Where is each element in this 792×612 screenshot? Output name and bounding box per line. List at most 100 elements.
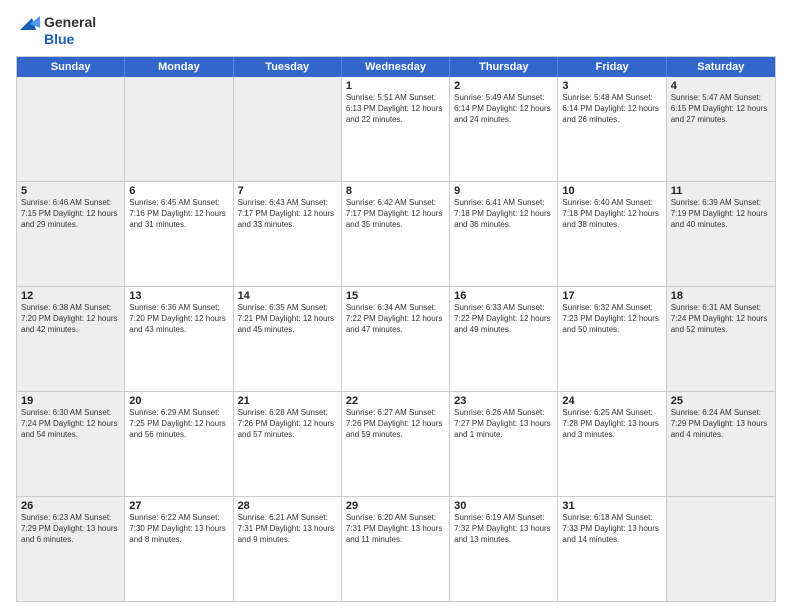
day-cell-26: 26Sunrise: 6:23 AM Sunset: 7:29 PM Dayli… bbox=[17, 497, 125, 601]
day-cell-empty bbox=[17, 77, 125, 181]
day-number: 6 bbox=[129, 185, 228, 197]
day-number: 27 bbox=[129, 500, 228, 512]
day-number: 7 bbox=[238, 185, 337, 197]
day-number: 10 bbox=[562, 185, 661, 197]
day-cell-25: 25Sunrise: 6:24 AM Sunset: 7:29 PM Dayli… bbox=[667, 392, 775, 496]
svg-text:Blue: Blue bbox=[44, 31, 75, 47]
day-cell-12: 12Sunrise: 6:38 AM Sunset: 7:20 PM Dayli… bbox=[17, 287, 125, 391]
day-cell-empty bbox=[234, 77, 342, 181]
day-number: 26 bbox=[21, 500, 120, 512]
day-cell-6: 6Sunrise: 6:45 AM Sunset: 7:16 PM Daylig… bbox=[125, 182, 233, 286]
day-info: Sunrise: 5:51 AM Sunset: 6:13 PM Dayligh… bbox=[346, 93, 445, 125]
calendar-body: 1Sunrise: 5:51 AM Sunset: 6:13 PM Daylig… bbox=[17, 77, 775, 601]
day-cell-23: 23Sunrise: 6:26 AM Sunset: 7:27 PM Dayli… bbox=[450, 392, 558, 496]
day-cell-31: 31Sunrise: 6:18 AM Sunset: 7:33 PM Dayli… bbox=[558, 497, 666, 601]
calendar-row-4: 19Sunrise: 6:30 AM Sunset: 7:24 PM Dayli… bbox=[17, 392, 775, 497]
day-number: 5 bbox=[21, 185, 120, 197]
day-cell-24: 24Sunrise: 6:25 AM Sunset: 7:28 PM Dayli… bbox=[558, 392, 666, 496]
day-cell-30: 30Sunrise: 6:19 AM Sunset: 7:32 PM Dayli… bbox=[450, 497, 558, 601]
day-info: Sunrise: 6:33 AM Sunset: 7:22 PM Dayligh… bbox=[454, 303, 553, 335]
day-number: 15 bbox=[346, 290, 445, 302]
day-info: Sunrise: 6:20 AM Sunset: 7:31 PM Dayligh… bbox=[346, 513, 445, 545]
day-info: Sunrise: 6:19 AM Sunset: 7:32 PM Dayligh… bbox=[454, 513, 553, 545]
day-info: Sunrise: 6:40 AM Sunset: 7:18 PM Dayligh… bbox=[562, 198, 661, 230]
day-cell-1: 1Sunrise: 5:51 AM Sunset: 6:13 PM Daylig… bbox=[342, 77, 450, 181]
calendar: SundayMondayTuesdayWednesdayThursdayFrid… bbox=[16, 56, 776, 602]
weekday-header-monday: Monday bbox=[125, 57, 233, 77]
day-cell-28: 28Sunrise: 6:21 AM Sunset: 7:31 PM Dayli… bbox=[234, 497, 342, 601]
day-number: 16 bbox=[454, 290, 553, 302]
day-info: Sunrise: 6:22 AM Sunset: 7:30 PM Dayligh… bbox=[129, 513, 228, 545]
day-number: 13 bbox=[129, 290, 228, 302]
day-info: Sunrise: 6:36 AM Sunset: 7:20 PM Dayligh… bbox=[129, 303, 228, 335]
day-number: 9 bbox=[454, 185, 553, 197]
day-number: 31 bbox=[562, 500, 661, 512]
day-cell-18: 18Sunrise: 6:31 AM Sunset: 7:24 PM Dayli… bbox=[667, 287, 775, 391]
day-number: 17 bbox=[562, 290, 661, 302]
day-number: 28 bbox=[238, 500, 337, 512]
day-number: 24 bbox=[562, 395, 661, 407]
day-cell-7: 7Sunrise: 6:43 AM Sunset: 7:17 PM Daylig… bbox=[234, 182, 342, 286]
day-number: 23 bbox=[454, 395, 553, 407]
day-cell-13: 13Sunrise: 6:36 AM Sunset: 7:20 PM Dayli… bbox=[125, 287, 233, 391]
day-cell-3: 3Sunrise: 5:48 AM Sunset: 6:14 PM Daylig… bbox=[558, 77, 666, 181]
day-info: Sunrise: 6:46 AM Sunset: 7:15 PM Dayligh… bbox=[21, 198, 120, 230]
day-cell-27: 27Sunrise: 6:22 AM Sunset: 7:30 PM Dayli… bbox=[125, 497, 233, 601]
day-number: 11 bbox=[671, 185, 771, 197]
day-info: Sunrise: 5:48 AM Sunset: 6:14 PM Dayligh… bbox=[562, 93, 661, 125]
calendar-row-5: 26Sunrise: 6:23 AM Sunset: 7:29 PM Dayli… bbox=[17, 497, 775, 601]
day-cell-14: 14Sunrise: 6:35 AM Sunset: 7:21 PM Dayli… bbox=[234, 287, 342, 391]
weekday-header-friday: Friday bbox=[558, 57, 666, 77]
weekday-header-thursday: Thursday bbox=[450, 57, 558, 77]
day-info: Sunrise: 6:25 AM Sunset: 7:28 PM Dayligh… bbox=[562, 408, 661, 440]
day-number: 29 bbox=[346, 500, 445, 512]
weekday-header-wednesday: Wednesday bbox=[342, 57, 450, 77]
day-info: Sunrise: 5:47 AM Sunset: 6:15 PM Dayligh… bbox=[671, 93, 771, 125]
day-number: 30 bbox=[454, 500, 553, 512]
day-cell-2: 2Sunrise: 5:49 AM Sunset: 6:14 PM Daylig… bbox=[450, 77, 558, 181]
day-cell-17: 17Sunrise: 6:32 AM Sunset: 7:23 PM Dayli… bbox=[558, 287, 666, 391]
day-info: Sunrise: 6:39 AM Sunset: 7:19 PM Dayligh… bbox=[671, 198, 771, 230]
day-cell-22: 22Sunrise: 6:27 AM Sunset: 7:26 PM Dayli… bbox=[342, 392, 450, 496]
day-cell-9: 9Sunrise: 6:41 AM Sunset: 7:18 PM Daylig… bbox=[450, 182, 558, 286]
day-number: 2 bbox=[454, 80, 553, 92]
day-cell-19: 19Sunrise: 6:30 AM Sunset: 7:24 PM Dayli… bbox=[17, 392, 125, 496]
svg-text:General: General bbox=[44, 14, 96, 30]
day-info: Sunrise: 6:30 AM Sunset: 7:24 PM Dayligh… bbox=[21, 408, 120, 440]
day-info: Sunrise: 6:24 AM Sunset: 7:29 PM Dayligh… bbox=[671, 408, 771, 440]
day-info: Sunrise: 5:49 AM Sunset: 6:14 PM Dayligh… bbox=[454, 93, 553, 125]
day-number: 3 bbox=[562, 80, 661, 92]
day-number: 22 bbox=[346, 395, 445, 407]
day-info: Sunrise: 6:23 AM Sunset: 7:29 PM Dayligh… bbox=[21, 513, 120, 545]
logo: GeneralBlue bbox=[16, 10, 96, 50]
day-info: Sunrise: 6:43 AM Sunset: 7:17 PM Dayligh… bbox=[238, 198, 337, 230]
day-info: Sunrise: 6:21 AM Sunset: 7:31 PM Dayligh… bbox=[238, 513, 337, 545]
day-number: 18 bbox=[671, 290, 771, 302]
day-info: Sunrise: 6:31 AM Sunset: 7:24 PM Dayligh… bbox=[671, 303, 771, 335]
day-cell-10: 10Sunrise: 6:40 AM Sunset: 7:18 PM Dayli… bbox=[558, 182, 666, 286]
day-info: Sunrise: 6:38 AM Sunset: 7:20 PM Dayligh… bbox=[21, 303, 120, 335]
day-info: Sunrise: 6:28 AM Sunset: 7:26 PM Dayligh… bbox=[238, 408, 337, 440]
day-cell-empty bbox=[125, 77, 233, 181]
day-number: 19 bbox=[21, 395, 120, 407]
day-info: Sunrise: 6:26 AM Sunset: 7:27 PM Dayligh… bbox=[454, 408, 553, 440]
day-cell-4: 4Sunrise: 5:47 AM Sunset: 6:15 PM Daylig… bbox=[667, 77, 775, 181]
day-cell-20: 20Sunrise: 6:29 AM Sunset: 7:25 PM Dayli… bbox=[125, 392, 233, 496]
day-info: Sunrise: 6:18 AM Sunset: 7:33 PM Dayligh… bbox=[562, 513, 661, 545]
day-info: Sunrise: 6:32 AM Sunset: 7:23 PM Dayligh… bbox=[562, 303, 661, 335]
day-number: 4 bbox=[671, 80, 771, 92]
day-info: Sunrise: 6:27 AM Sunset: 7:26 PM Dayligh… bbox=[346, 408, 445, 440]
day-number: 8 bbox=[346, 185, 445, 197]
calendar-header: SundayMondayTuesdayWednesdayThursdayFrid… bbox=[17, 57, 775, 77]
day-info: Sunrise: 6:34 AM Sunset: 7:22 PM Dayligh… bbox=[346, 303, 445, 335]
day-cell-15: 15Sunrise: 6:34 AM Sunset: 7:22 PM Dayli… bbox=[342, 287, 450, 391]
day-cell-11: 11Sunrise: 6:39 AM Sunset: 7:19 PM Dayli… bbox=[667, 182, 775, 286]
day-cell-16: 16Sunrise: 6:33 AM Sunset: 7:22 PM Dayli… bbox=[450, 287, 558, 391]
logo-svg: GeneralBlue bbox=[16, 10, 96, 50]
day-number: 21 bbox=[238, 395, 337, 407]
day-info: Sunrise: 6:42 AM Sunset: 7:17 PM Dayligh… bbox=[346, 198, 445, 230]
day-number: 14 bbox=[238, 290, 337, 302]
page: GeneralBlue SundayMondayTuesdayWednesday… bbox=[0, 0, 792, 612]
day-number: 20 bbox=[129, 395, 228, 407]
day-info: Sunrise: 6:29 AM Sunset: 7:25 PM Dayligh… bbox=[129, 408, 228, 440]
